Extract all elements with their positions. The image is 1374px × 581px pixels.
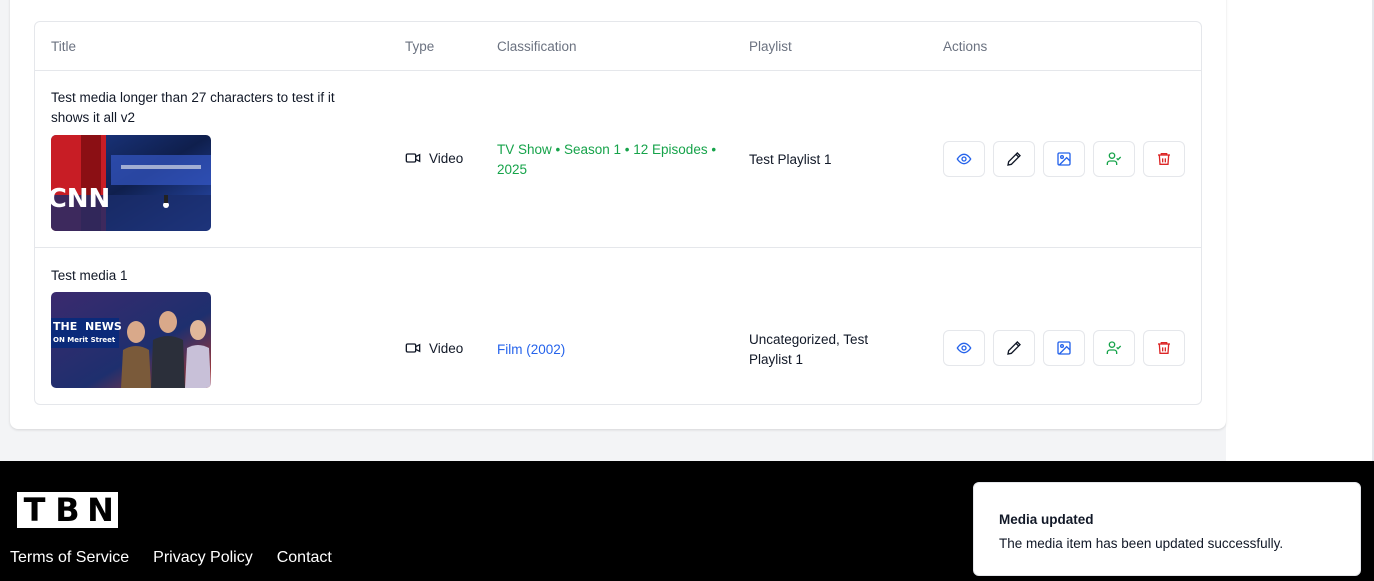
thumbnail-image: THE NEWS ON Merit Street	[51, 292, 211, 388]
media-classification: TV Show • Season 1 • 12 Episodes • 2025	[497, 142, 717, 177]
edit-button[interactable]	[993, 330, 1035, 366]
toast-notification[interactable]: Media updated The media item has been up…	[973, 482, 1361, 576]
video-icon	[405, 343, 421, 353]
eye-icon	[956, 342, 972, 354]
user-check-icon	[1106, 341, 1122, 354]
right-panel	[1226, 0, 1372, 461]
eye-icon	[956, 153, 972, 165]
row-actions	[943, 141, 1185, 177]
table-header: Title Type Classification Playlist Actio…	[35, 22, 1201, 71]
svg-text:THE: THE	[53, 320, 77, 333]
trash-icon	[1158, 342, 1170, 354]
footer-links: Terms of Service Privacy Policy Contact	[10, 549, 332, 567]
user-check-icon	[1106, 152, 1122, 165]
image-icon	[1057, 341, 1071, 355]
privacy-link[interactable]: Privacy Policy	[153, 549, 253, 567]
media-type: Video	[405, 150, 463, 166]
row-actions	[943, 330, 1185, 366]
edit-button[interactable]	[993, 141, 1035, 177]
header-title: Title	[51, 39, 77, 54]
logo-letter: B	[50, 492, 85, 528]
thumbnail-button[interactable]	[1043, 141, 1085, 177]
svg-text:ON Merit Street: ON Merit Street	[53, 336, 116, 344]
assign-button[interactable]	[1093, 330, 1135, 366]
table-row: Test media longer than 27 characters to …	[35, 71, 1201, 248]
logo-letter: N	[83, 492, 118, 528]
media-table: Title Type Classification Playlist Actio…	[34, 21, 1202, 405]
media-type: Video	[405, 340, 463, 356]
pencil-icon	[1007, 152, 1021, 166]
media-title: Test media longer than 27 characters to …	[51, 90, 335, 125]
media-title: Test media 1	[51, 268, 128, 283]
view-button[interactable]	[943, 141, 985, 177]
video-icon	[405, 153, 421, 163]
media-playlist: Uncategorized, Test Playlist 1	[749, 332, 869, 367]
delete-button[interactable]	[1143, 141, 1185, 177]
image-icon	[1057, 152, 1071, 166]
logo-letter: T	[17, 492, 52, 528]
delete-button[interactable]	[1143, 330, 1185, 366]
tbn-logo[interactable]: T B N	[17, 492, 118, 528]
header-type: Type	[405, 39, 435, 54]
table-row: Test media 1 THE NEWS ON Merit Street Vi…	[35, 249, 1201, 405]
media-playlist: Test Playlist 1	[749, 152, 832, 167]
toast-title: Media updated	[999, 512, 1094, 527]
header-playlist: Playlist	[749, 39, 792, 54]
pencil-icon	[1007, 341, 1021, 355]
media-type-label: Video	[429, 340, 464, 356]
contact-link[interactable]: Contact	[277, 549, 332, 567]
toast-description: The media item has been updated successf…	[999, 536, 1284, 551]
assign-button[interactable]	[1093, 141, 1135, 177]
media-thumbnail[interactable]: CNN	[51, 135, 211, 231]
trash-icon	[1158, 153, 1170, 165]
svg-text:CNN: CNN	[51, 184, 110, 214]
media-type-label: Video	[429, 150, 464, 166]
svg-text:NEWS: NEWS	[85, 320, 122, 333]
header-classification: Classification	[497, 39, 577, 54]
thumbnail-image: CNN	[51, 135, 211, 231]
thumbnail-button[interactable]	[1043, 330, 1085, 366]
media-thumbnail[interactable]: THE NEWS ON Merit Street	[51, 292, 211, 388]
terms-link[interactable]: Terms of Service	[10, 549, 129, 567]
view-button[interactable]	[943, 330, 985, 366]
media-classification[interactable]: Film (2002)	[497, 340, 727, 360]
header-actions: Actions	[943, 39, 988, 54]
